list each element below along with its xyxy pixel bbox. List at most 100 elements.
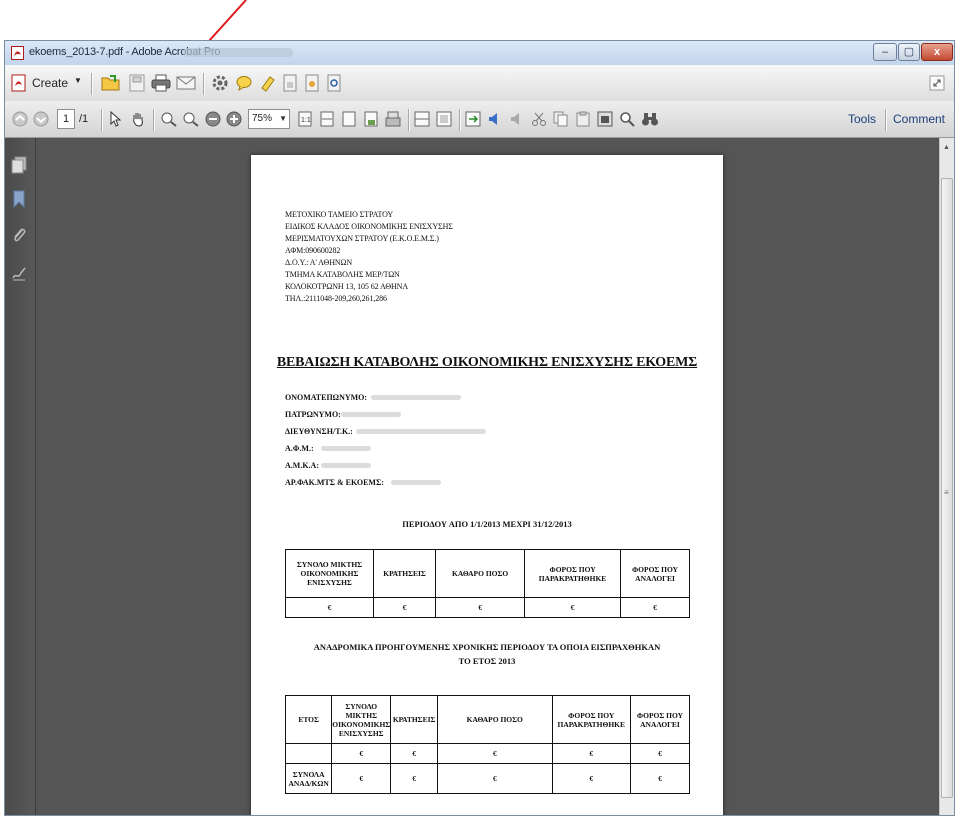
field-label: Α.Μ.Κ.Α: [285,461,319,470]
paste-button[interactable] [574,110,592,128]
open-folder-icon [101,75,120,91]
navigation-toolbar: 1 /1 75% ▼ 1:1 Tools Comment [5,101,954,138]
fit-width-button[interactable] [318,110,336,128]
scroll-up-arrow[interactable]: ▲ [943,144,950,151]
attachments-button[interactable] [11,226,27,249]
settings-button[interactable] [209,73,231,93]
tools-pane-button[interactable]: Tools [848,112,876,126]
hand-tool-button[interactable] [128,110,148,128]
document-star-icon [305,74,319,92]
speaker-icon [489,113,497,125]
snapshot-button[interactable] [596,110,614,128]
expand-arrows-icon [929,75,945,91]
document-viewer[interactable]: ΜΕΤΟΧΙΚΟ ΤΑΜΕΙΟ ΣΤΡΑΤΟΥ ΕΙΔΙΚΟΣ ΚΛΑΔΟΣ Ο… [36,138,939,815]
pages-icon [11,156,27,174]
minimize-button[interactable]: – [873,43,897,61]
table-cell: € [437,763,553,794]
toolbar-separator [459,109,460,131]
table-cell: € [620,597,690,618]
find-button[interactable] [618,110,636,128]
create-label[interactable]: Create [32,76,68,90]
cursor-select-icon [110,111,122,127]
marquee-zoom-button[interactable] [159,110,179,128]
comment-bubble-button[interactable] [233,73,255,93]
rotate-view-button[interactable] [362,110,380,128]
table-cell [284,743,333,764]
print-button[interactable] [150,73,172,93]
next-page-button[interactable] [32,110,50,128]
read-aloud-button[interactable] [486,110,504,128]
redacted-value [371,395,461,400]
split-window-icon [414,111,430,127]
bookmark-icon [13,190,25,209]
table-header: ΕΤΟΣ [284,695,333,744]
header-line: ΜΕΡΙΣΜΑΤΟΥΧΩΝ ΣΤΡΑΤΟΥ (Ε.Κ.Ο.Ε.Μ.Σ.) [285,234,439,243]
signatures-button[interactable] [11,264,27,287]
table-cell: € [390,743,439,764]
table-cell: € [551,743,631,764]
acrobat-app-icon [11,46,24,60]
redacted-value [321,446,371,451]
table-header: ΦΟΡΟΣ ΠΟΥ ΠΑΡΑΚΡΑΤΗΘΗΚΕ [551,695,631,744]
toolbar-separator [153,109,154,131]
create-dropdown-arrow[interactable]: ▼ [74,76,82,85]
magnifier-icon [620,112,635,127]
camera-icon [597,111,613,127]
annotation-area [0,0,959,80]
current-page-input[interactable]: 1 [57,109,75,129]
toolbar-separator [101,109,102,131]
split-view-button[interactable] [413,110,431,128]
actual-size-button[interactable]: 1:1 [296,110,314,128]
hand-icon [133,113,143,127]
document-search-icon [327,74,341,92]
bookmarks-button[interactable] [11,190,27,213]
binoculars-icon [642,113,658,126]
comment-pane-button[interactable]: Comment [893,112,945,126]
field-label: ΠΑΤΡΩΝΥΜΟ: [285,410,341,419]
sound-wave-icon [511,113,519,125]
zoom-in-button[interactable] [225,110,243,128]
save-button[interactable] [126,73,148,93]
create-button[interactable] [9,73,29,93]
open-button[interactable] [100,73,122,93]
zoom-level-select[interactable]: 75% ▼ [248,109,290,129]
toolbar-separator [885,109,886,131]
highlight-button[interactable] [257,73,279,93]
export-button[interactable] [464,110,482,128]
sound-button[interactable] [508,110,526,128]
table-cell: € [390,763,439,794]
blurred-title-text [183,48,293,57]
period-heading: ΠΕΡΙΟΔΟΥ ΑΠΟ 1/1/2013 ΜΕΧΡΙ 31/12/2013 [402,519,572,529]
email-button[interactable] [175,73,197,93]
expand-button[interactable] [927,73,947,93]
cut-button[interactable] [530,110,548,128]
copy-icon [553,111,568,127]
save-icon [129,74,145,92]
page-layout-button[interactable] [435,110,453,128]
stamp-button[interactable] [384,110,402,128]
previous-page-button[interactable] [11,110,29,128]
dynamic-zoom-button[interactable] [181,110,201,128]
advanced-search-button[interactable] [640,110,660,128]
copy-button[interactable] [552,110,570,128]
table-cell: € [629,743,691,764]
toolbar-separator [91,73,92,95]
zoom-out-button[interactable] [204,110,222,128]
document-action-button-3[interactable] [323,73,345,93]
vertical-scrollbar[interactable]: ▲ ≡ [939,138,954,815]
select-tool-button[interactable] [106,110,124,128]
table-cell: € [435,597,526,618]
fit-page-button[interactable] [340,110,358,128]
plus-circle-icon [226,111,242,127]
redacted-value [321,463,371,468]
maximize-button[interactable]: ▢ [898,43,920,61]
close-button[interactable]: x [921,43,953,61]
header-line: ΚΟΛΟΚΟΤΡΩΝΗ 13, 105 62 ΑΘΗΝΑ [285,282,409,291]
zoom-dynamic-icon [183,112,199,127]
retroactive-payments-table: ΕΤΟΣ ΣΥΝΟΛΟ ΜΙΚΤΗΣ ΟΙΚΟΝΟΜΙΚΗΣ ΕΝΙΣΧΥΣΗΣ… [284,695,691,794]
document-action-button-1[interactable] [279,73,301,93]
page-thumbnails-button[interactable] [11,156,27,179]
document-action-button-2[interactable] [301,73,323,93]
title-bar: ekoems_2013-7.pdf - Adobe Acrobat Pro – … [5,41,954,65]
table-cell: € [331,743,392,764]
